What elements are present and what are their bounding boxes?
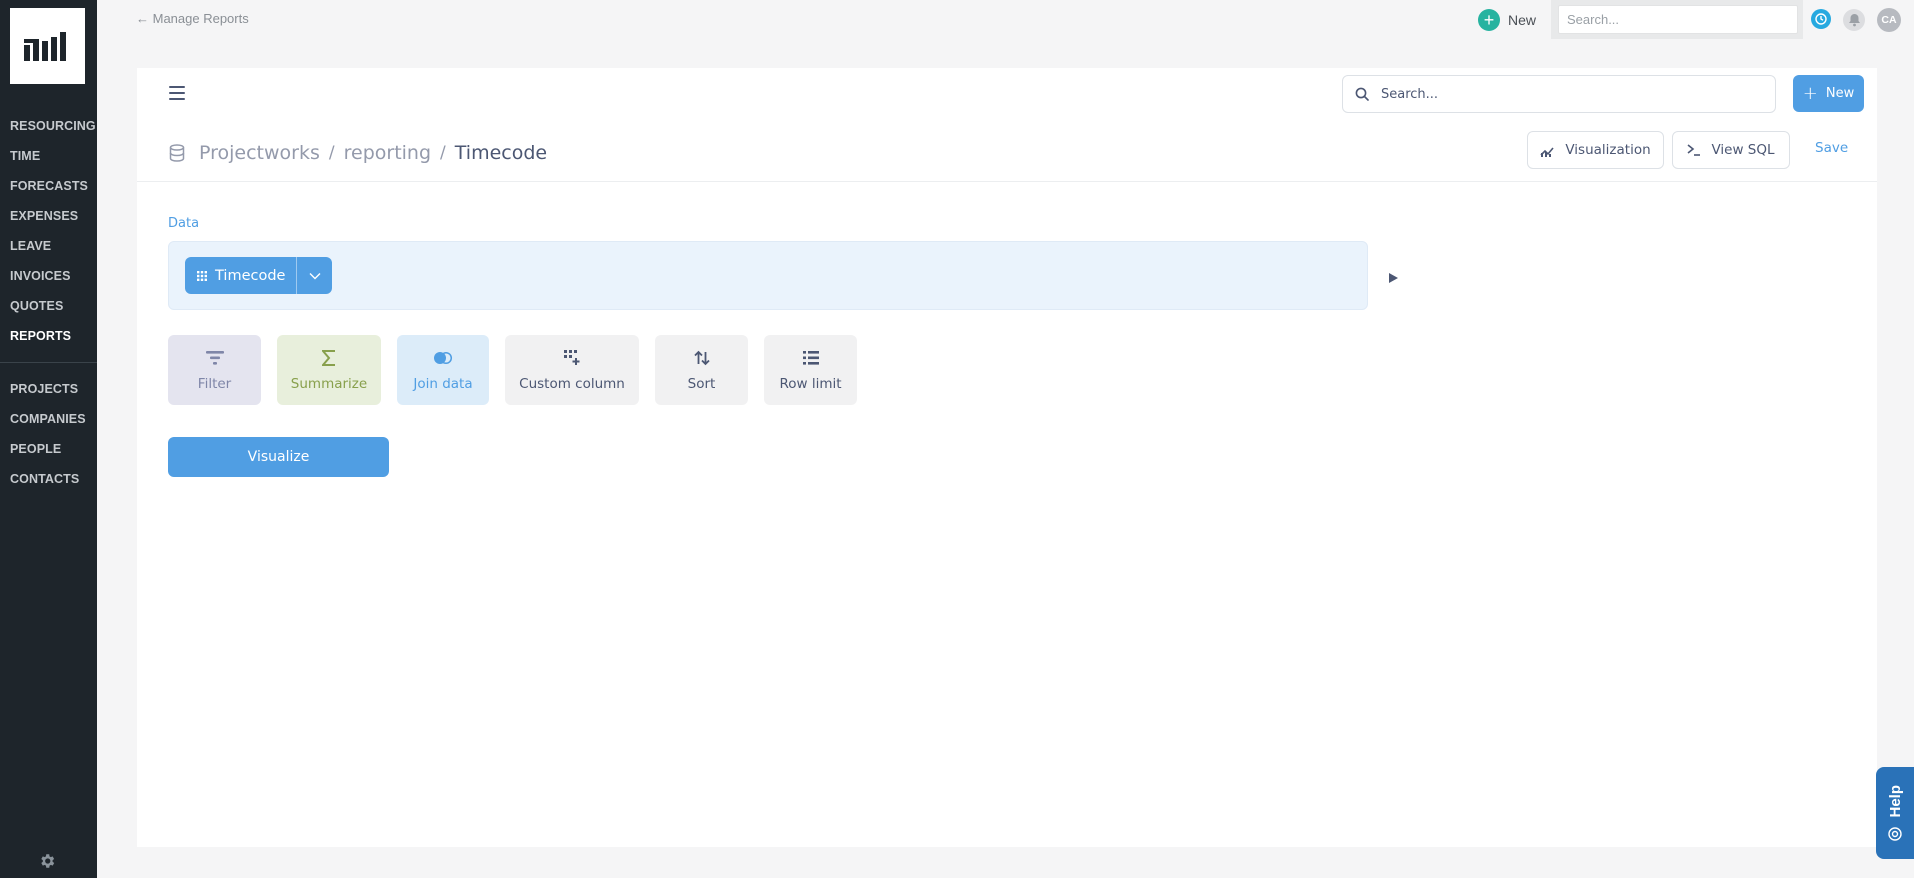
save-button[interactable]: Save: [1815, 140, 1848, 156]
database-icon: [169, 144, 185, 162]
notebook-step-buttons: Filter Summarize Join data Custom column: [168, 335, 857, 405]
sort-arrows-icon: [693, 348, 710, 368]
nav-item-expenses[interactable]: EXPENSES: [0, 201, 97, 231]
sort-label: Sort: [687, 376, 716, 392]
join-circles-icon: [433, 348, 453, 368]
nav-item-time[interactable]: TIME: [0, 141, 97, 171]
breadcrumb-schema[interactable]: reporting: [344, 142, 431, 164]
settings-gear-icon[interactable]: [36, 850, 58, 872]
nav-item-people[interactable]: PEOPLE: [0, 434, 97, 464]
nav-item-quotes[interactable]: QUOTES: [0, 291, 97, 321]
filter-step-button[interactable]: Filter: [168, 335, 261, 405]
manage-reports-back-link[interactable]: ← Manage Reports: [136, 11, 249, 26]
custom-column-label: Custom column: [519, 376, 625, 392]
nav-divider: [0, 362, 97, 363]
nav-item-companies[interactable]: COMPANIES: [0, 404, 97, 434]
visualization-button[interactable]: Visualization: [1527, 131, 1664, 169]
nav-item-contacts[interactable]: CONTACTS: [0, 464, 97, 494]
query-editor-card: + New Projectworks / reporting / Timecod…: [137, 68, 1877, 847]
secondary-nav: PROJECTS COMPANIES PEOPLE CONTACTS: [0, 374, 97, 494]
editor-new-button[interactable]: + New: [1793, 75, 1864, 112]
filter-label: Filter: [197, 376, 232, 392]
list-icon: [802, 348, 819, 368]
custom-column-grid-plus-icon: [564, 348, 580, 368]
grid-icon: [197, 270, 207, 281]
nav-item-leave[interactable]: LEAVE: [0, 231, 97, 261]
top-search-input[interactable]: [1558, 5, 1798, 34]
custom-column-step-button[interactable]: Custom column: [505, 335, 639, 405]
source-table-pill[interactable]: Timecode: [185, 257, 333, 294]
breadcrumb-separator: /: [440, 143, 446, 163]
line-chart-icon: [1540, 146, 1554, 157]
join-data-label: Join data: [413, 376, 473, 392]
source-table-label: Timecode: [215, 267, 286, 284]
summarize-step-button[interactable]: Summarize: [277, 335, 381, 405]
view-sql-label: View SQL: [1711, 142, 1775, 158]
source-table-select[interactable]: Timecode: [185, 257, 296, 294]
join-data-step-button[interactable]: Join data: [397, 335, 489, 405]
editor-search-box[interactable]: [1342, 75, 1776, 113]
filter-icon: [205, 348, 224, 368]
lifebuoy-icon: [1888, 827, 1902, 841]
user-avatar[interactable]: CA: [1877, 8, 1901, 32]
logo-icon: [23, 32, 66, 61]
visualize-button[interactable]: Visualize: [168, 437, 389, 477]
visualization-label: Visualization: [1565, 142, 1651, 158]
row-limit-step-button[interactable]: Row limit: [764, 335, 857, 405]
plus-circle-icon: +: [1478, 9, 1500, 31]
timer-clock-icon[interactable]: [1811, 9, 1831, 29]
notifications-bell-icon[interactable]: [1843, 9, 1865, 31]
sort-step-button[interactable]: Sort: [655, 335, 748, 405]
breadcrumb: Projectworks / reporting / Timecode: [169, 140, 547, 166]
nav-item-resourcing[interactable]: RESOURCING: [0, 111, 97, 141]
sigma-icon: [322, 348, 336, 368]
summarize-label: Summarize: [290, 376, 368, 392]
editor-new-label: New: [1825, 86, 1855, 101]
help-label: Help: [1886, 784, 1904, 818]
nav-item-invoices[interactable]: INVOICES: [0, 261, 97, 291]
nav-item-forecasts[interactable]: FORECASTS: [0, 171, 97, 201]
search-icon: [1355, 87, 1369, 101]
nav-item-reports[interactable]: REPORTS: [0, 321, 97, 351]
header-divider: [137, 181, 1877, 182]
help-widget-tab[interactable]: Help: [1876, 767, 1914, 859]
data-source-box: Timecode: [168, 241, 1368, 310]
breadcrumb-table[interactable]: Timecode: [455, 142, 547, 164]
plus-icon: +: [1802, 82, 1818, 104]
primary-nav: RESOURCING TIME FORECASTS EXPENSES LEAVE…: [0, 111, 97, 351]
chevron-down-icon[interactable]: [296, 257, 332, 294]
editor-search-input[interactable]: [1381, 84, 1761, 104]
top-new-label: New: [1508, 12, 1537, 28]
breadcrumb-database[interactable]: Projectworks: [199, 142, 320, 164]
top-new-button[interactable]: + New: [1478, 8, 1536, 32]
breadcrumb-separator: /: [328, 143, 335, 163]
row-limit-label: Row limit: [779, 376, 842, 392]
nav-item-projects[interactable]: PROJECTS: [0, 374, 97, 404]
terminal-icon: [1687, 144, 1701, 156]
hamburger-menu-icon[interactable]: [169, 86, 185, 100]
play-preview-icon[interactable]: [1389, 268, 1398, 287]
app-logo[interactable]: [10, 8, 85, 84]
sidebar: RESOURCING TIME FORECASTS EXPENSES LEAVE…: [0, 0, 97, 878]
data-section-label: Data: [168, 216, 200, 231]
view-sql-button[interactable]: View SQL: [1672, 131, 1790, 169]
